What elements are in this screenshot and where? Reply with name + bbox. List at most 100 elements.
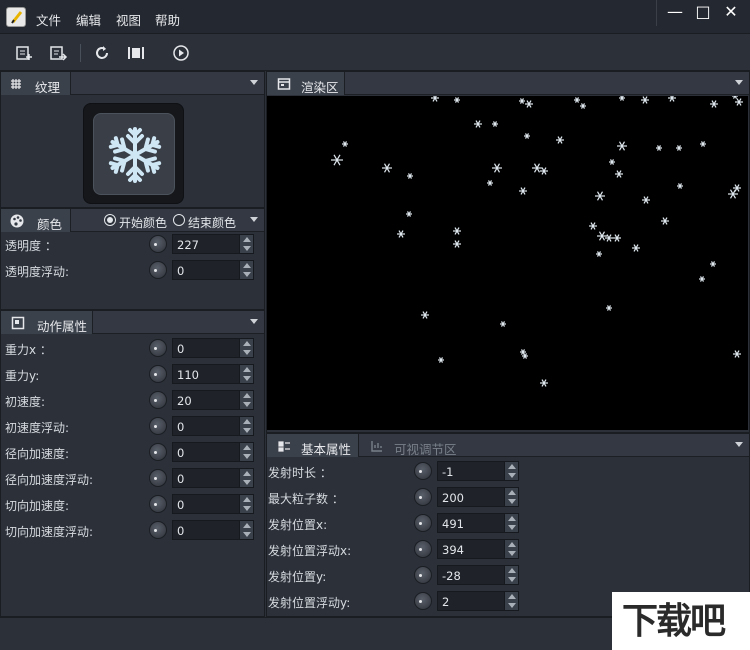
knob-dial[interactable] [149,417,167,435]
property-label: 最大粒子数 ： [268,492,344,506]
number-spinbox[interactable]: 0 [172,442,254,462]
menu-file[interactable]: 文件 [36,10,61,29]
snowflake-particle-icon [331,154,343,166]
number-spinbox[interactable]: 491 [437,513,519,533]
spinbox-arrows-icon[interactable] [239,365,253,383]
knob-dial[interactable] [149,235,167,253]
number-spinbox[interactable]: 0 [172,338,254,358]
tab-render[interactable]: 渲染区 [267,72,345,95]
knob-dial[interactable] [414,540,432,558]
menu-help[interactable]: 帮助 [155,10,180,29]
spinbox-arrows-icon[interactable] [239,443,253,461]
render-panel-dropdown-icon[interactable] [735,80,743,85]
basic-panel-dropdown-icon[interactable] [735,442,743,447]
tab-basic-properties[interactable]: 基本属性 [267,434,359,457]
number-spinbox[interactable]: 0 [172,494,254,514]
knob-dial[interactable] [149,495,167,513]
visual-adjust-title: 可视调节区 [394,442,457,457]
property-row: 最大粒子数 ： 200 [267,486,749,508]
snowflake-particle-icon [525,100,533,108]
number-spinbox[interactable]: 20 [172,390,254,410]
color-panel-dropdown-icon[interactable] [250,217,258,222]
knob-dial[interactable] [149,261,167,279]
tab-color[interactable]: 颜色 [1,209,71,232]
knob-dial[interactable] [414,488,432,506]
knob-dial[interactable] [414,462,432,480]
spinbox-arrows-icon[interactable] [239,339,253,357]
property-label: 径向加速度浮动: [5,473,94,487]
knob-dial[interactable] [414,592,432,610]
export-button[interactable] [48,43,68,63]
particle-snowflakes [331,93,743,387]
property-row: 发射位置x: 491 [267,512,749,534]
knob-dial[interactable] [414,514,432,532]
spinbox-arrows-icon[interactable] [504,592,518,610]
number-spinbox[interactable]: 227 [172,234,254,254]
number-spinbox[interactable]: 0 [172,416,254,436]
snowflake-particle-icon [710,100,718,108]
render-canvas[interactable] [267,93,748,430]
menu-edit[interactable]: 编辑 [76,10,101,29]
property-row: 初速度浮动: 0 [1,415,264,437]
window-controls-divider [656,0,657,26]
number-spinbox[interactable]: 0 [172,468,254,488]
snowflake-particle-icon [453,240,461,248]
tab-visual-adjust[interactable]: 可视调节区 [360,434,465,457]
spinbox-arrows-icon[interactable] [504,488,518,506]
tab-motion[interactable]: 动作属性 [1,311,93,334]
knob-dial[interactable] [149,365,167,383]
basic-properties-panel: 基本属性 可视调节区 发射时长 ： -1 最大粒子数 ： 200 发射位置x: 491 发射… [266,433,750,617]
number-spinbox[interactable]: -1 [437,461,519,481]
number-spinbox[interactable]: 0 [172,260,254,280]
knob-dial[interactable] [414,566,432,584]
spinbox-arrows-icon[interactable] [504,514,518,532]
number-spinbox[interactable]: -28 [437,565,519,585]
knob-dial[interactable] [149,391,167,409]
minimize-button[interactable]: — [660,0,690,26]
texture-preview[interactable] [83,103,184,204]
fit-view-button[interactable] [126,43,146,63]
end-color-radio[interactable] [173,214,185,226]
snowflake-particle-icon [492,163,502,173]
snowflake-particle-icon [500,321,506,327]
snowflake-particle-icon [406,211,412,217]
spinbox-arrows-icon[interactable] [239,391,253,409]
spinbox-arrows-icon[interactable] [239,469,253,487]
tab-texture[interactable]: 纹理 [1,72,71,95]
snowflake-particle-icon [732,93,738,99]
play-button[interactable] [171,43,191,63]
number-spinbox[interactable]: 2 [437,591,519,611]
spinbox-arrows-icon[interactable] [239,495,253,513]
close-button[interactable]: ✕ [716,0,746,26]
property-label: 初速度: [5,395,46,409]
spinbox-arrows-icon[interactable] [504,540,518,558]
texture-panel-dropdown-icon[interactable] [250,80,258,85]
knob-dial[interactable] [149,339,167,357]
play-icon [173,45,189,61]
motion-panel-dropdown-icon[interactable] [250,319,258,324]
title-bar: 文件 编辑 视图 帮助 — □ ✕ [0,0,750,34]
spinbox-arrows-icon[interactable] [239,417,253,435]
spinbox-value: 491 [442,517,464,531]
number-spinbox[interactable]: 0 [172,520,254,540]
spinbox-arrows-icon[interactable] [239,261,253,279]
spinbox-arrows-icon[interactable] [239,521,253,539]
maximize-button[interactable]: □ [688,0,718,26]
snowflake-particle-icon [540,379,548,387]
knob-dial[interactable] [149,469,167,487]
spinbox-arrows-icon[interactable] [239,235,253,253]
number-spinbox[interactable]: 394 [437,539,519,559]
toolbar-divider [80,44,81,62]
property-label: 透明度浮动: [5,265,70,279]
spinbox-arrows-icon[interactable] [504,462,518,480]
menu-view[interactable]: 视图 [116,10,141,29]
number-spinbox[interactable]: 110 [172,364,254,384]
spinbox-arrows-icon[interactable] [504,566,518,584]
render-window-icon [277,78,291,90]
start-color-radio[interactable] [104,214,116,226]
new-file-button[interactable] [14,43,34,63]
refresh-button[interactable] [92,43,112,63]
number-spinbox[interactable]: 200 [437,487,519,507]
knob-dial[interactable] [149,443,167,461]
knob-dial[interactable] [149,521,167,539]
